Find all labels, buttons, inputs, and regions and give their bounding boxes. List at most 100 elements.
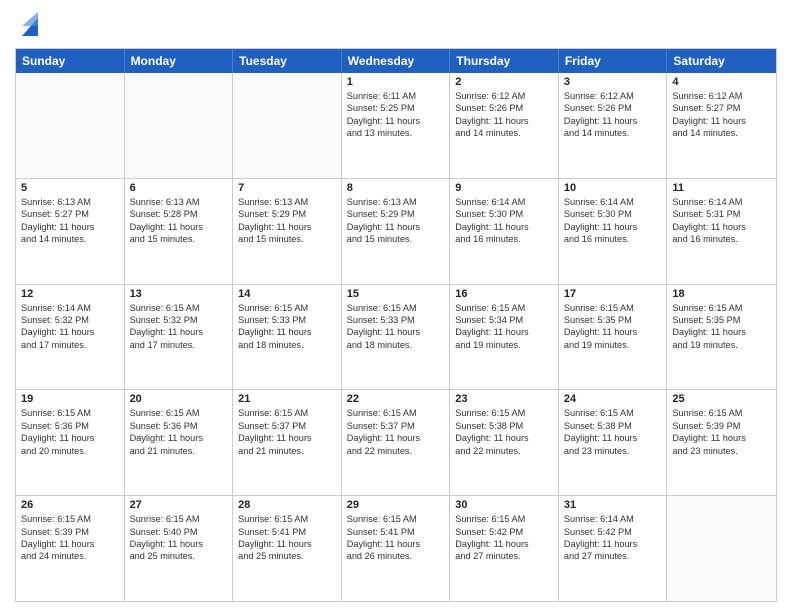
cell-info-line: Daylight: 11 hours — [238, 221, 336, 233]
cell-info-line: and 19 minutes. — [564, 339, 662, 351]
cell-info-line: Sunrise: 6:15 AM — [455, 513, 553, 525]
cell-info-line: Sunset: 5:37 PM — [347, 420, 445, 432]
calendar-cell: 21Sunrise: 6:15 AMSunset: 5:37 PMDayligh… — [233, 390, 342, 495]
day-number: 22 — [347, 393, 445, 405]
calendar-cell: 12Sunrise: 6:14 AMSunset: 5:32 PMDayligh… — [16, 285, 125, 390]
weekday-header-sunday: Sunday — [16, 49, 125, 73]
cell-info-line: and 25 minutes. — [238, 550, 336, 562]
day-number: 1 — [347, 76, 445, 88]
cell-info-line: Sunset: 5:27 PM — [672, 102, 771, 114]
calendar-cell: 3Sunrise: 6:12 AMSunset: 5:26 PMDaylight… — [559, 73, 668, 178]
cell-info-line: Sunset: 5:41 PM — [347, 526, 445, 538]
cell-info-line: and 23 minutes. — [672, 445, 771, 457]
cell-info-line: Daylight: 11 hours — [130, 221, 228, 233]
cell-info-line: Sunset: 5:30 PM — [564, 208, 662, 220]
cell-info-line: Sunset: 5:38 PM — [455, 420, 553, 432]
calendar-cell: 2 Sunrise: 6:12 AMSunset: 5:26 PMDaylight… — [450, 73, 559, 178]
cell-info-line: Sunrise: 6:15 AM — [238, 302, 336, 314]
cell-info-line: Sunrise: 6:15 AM — [347, 407, 445, 419]
calendar-body: 1Sunrise: 6:11 AMSunset: 5:25 PMDaylight… — [16, 73, 776, 601]
cell-info-line: Sunrise: 6:12 AM — [455, 90, 553, 102]
cell-info-line: Sunset: 5:27 PM — [21, 208, 119, 220]
cell-info-line: Daylight: 11 hours — [455, 432, 553, 444]
cell-info-line: and 18 minutes. — [347, 339, 445, 351]
cell-info-line: Daylight: 11 hours — [130, 432, 228, 444]
day-number: 12 — [21, 288, 119, 300]
day-number: 5 — [21, 182, 119, 194]
weekday-header-friday: Friday — [559, 49, 668, 73]
cell-info-line: Daylight: 11 hours — [130, 538, 228, 550]
cell-info-line: Sunset: 5:41 PM — [238, 526, 336, 538]
cell-info-line: and 16 minutes. — [455, 233, 553, 245]
calendar-cell: 1Sunrise: 6:11 AMSunset: 5:25 PMDaylight… — [342, 73, 451, 178]
cell-info-line: and 15 minutes. — [130, 233, 228, 245]
cell-info-line: and 25 minutes. — [130, 550, 228, 562]
cell-info-line: Sunset: 5:35 PM — [564, 314, 662, 326]
cell-info-line: Daylight: 11 hours — [455, 221, 553, 233]
calendar-cell: 16Sunrise: 6:15 AMSunset: 5:34 PMDayligh… — [450, 285, 559, 390]
cell-info-line: Sunset: 5:37 PM — [238, 420, 336, 432]
day-number: 28 — [238, 499, 336, 511]
cell-info-line: Sunset: 5:25 PM — [347, 102, 445, 114]
calendar-cell: 17Sunrise: 6:15 AMSunset: 5:35 PMDayligh… — [559, 285, 668, 390]
cell-info-line: and 15 minutes. — [347, 233, 445, 245]
cell-info-line: Daylight: 11 hours — [564, 538, 662, 550]
calendar-cell: 31Sunrise: 6:14 AMSunset: 5:42 PMDayligh… — [559, 496, 668, 601]
cell-info-line: Sunset: 5:33 PM — [347, 314, 445, 326]
cell-info-line: Daylight: 11 hours — [21, 221, 119, 233]
cell-info-line: Sunset: 5:26 PM — [564, 102, 662, 114]
cell-info-line: Sunrise: 6:14 AM — [21, 302, 119, 314]
cell-info-line: Sunrise: 6:15 AM — [347, 513, 445, 525]
day-number: 9 — [455, 182, 553, 194]
day-number: 20 — [130, 393, 228, 405]
cell-info-line: Sunrise: 6:15 AM — [238, 407, 336, 419]
weekday-header-saturday: Saturday — [667, 49, 776, 73]
calendar-cell: 26Sunrise: 6:15 AMSunset: 5:39 PMDayligh… — [16, 496, 125, 601]
day-number: 24 — [564, 393, 662, 405]
cell-info-line: Daylight: 11 hours — [564, 326, 662, 338]
calendar-cell: 8Sunrise: 6:13 AMSunset: 5:29 PMDaylight… — [342, 179, 451, 284]
cell-info-line: Daylight: 11 hours — [455, 115, 553, 127]
cell-info-line: Daylight: 11 hours — [347, 115, 445, 127]
calendar-header: SundayMondayTuesdayWednesdayThursdayFrid… — [16, 49, 776, 73]
logo-icon — [18, 8, 42, 40]
cell-info-line: Daylight: 11 hours — [672, 326, 771, 338]
cell-info-line: and 15 minutes. — [238, 233, 336, 245]
calendar-cell: 24Sunrise: 6:15 AMSunset: 5:38 PMDayligh… — [559, 390, 668, 495]
cell-info-line: Sunset: 5:32 PM — [21, 314, 119, 326]
calendar-cell: 20Sunrise: 6:15 AMSunset: 5:36 PMDayligh… — [125, 390, 234, 495]
day-number: 19 — [21, 393, 119, 405]
weekday-header-wednesday: Wednesday — [342, 49, 451, 73]
calendar-cell: 29Sunrise: 6:15 AMSunset: 5:41 PMDayligh… — [342, 496, 451, 601]
cell-info-line: and 14 minutes. — [564, 127, 662, 139]
cell-info-line: and 16 minutes. — [672, 233, 771, 245]
day-number: 3 — [564, 76, 662, 88]
cell-info-line: Sunset: 5:26 PM — [455, 102, 553, 114]
cell-info-line: Daylight: 11 hours — [130, 326, 228, 338]
day-number: 2 — [455, 76, 553, 88]
cell-info-line: and 14 minutes. — [672, 127, 771, 139]
calendar-cell: 4Sunrise: 6:12 AMSunset: 5:27 PMDaylight… — [667, 73, 776, 178]
calendar-row-2: 5Sunrise: 6:13 AMSunset: 5:27 PMDaylight… — [16, 178, 776, 284]
cell-info-line: and 19 minutes. — [455, 339, 553, 351]
cell-info-line: Daylight: 11 hours — [238, 326, 336, 338]
cell-info-line: Sunset: 5:34 PM — [455, 314, 553, 326]
cell-info-line: Sunset: 5:39 PM — [672, 420, 771, 432]
cell-info-line: Daylight: 11 hours — [455, 326, 553, 338]
calendar-row-1: 1Sunrise: 6:11 AMSunset: 5:25 PMDaylight… — [16, 73, 776, 178]
cell-info-line: Daylight: 11 hours — [672, 221, 771, 233]
day-number: 7 — [238, 182, 336, 194]
cell-info-line: Sunrise: 6:13 AM — [130, 196, 228, 208]
calendar-cell: 9Sunrise: 6:14 AMSunset: 5:30 PMDaylight… — [450, 179, 559, 284]
cell-info-line: Sunset: 5:30 PM — [455, 208, 553, 220]
day-number: 8 — [347, 182, 445, 194]
cell-info-line: Sunrise: 6:12 AM — [564, 90, 662, 102]
cell-info-line: Sunset: 5:42 PM — [564, 526, 662, 538]
cell-info-line: Sunrise: 6:13 AM — [21, 196, 119, 208]
cell-info-line: Daylight: 11 hours — [21, 432, 119, 444]
calendar-cell: 11Sunrise: 6:14 AMSunset: 5:31 PMDayligh… — [667, 179, 776, 284]
weekday-header-tuesday: Tuesday — [233, 49, 342, 73]
calendar-cell: 18Sunrise: 6:15 AMSunset: 5:35 PMDayligh… — [667, 285, 776, 390]
cell-info-line: and 14 minutes. — [21, 233, 119, 245]
cell-info-line: and 21 minutes. — [130, 445, 228, 457]
